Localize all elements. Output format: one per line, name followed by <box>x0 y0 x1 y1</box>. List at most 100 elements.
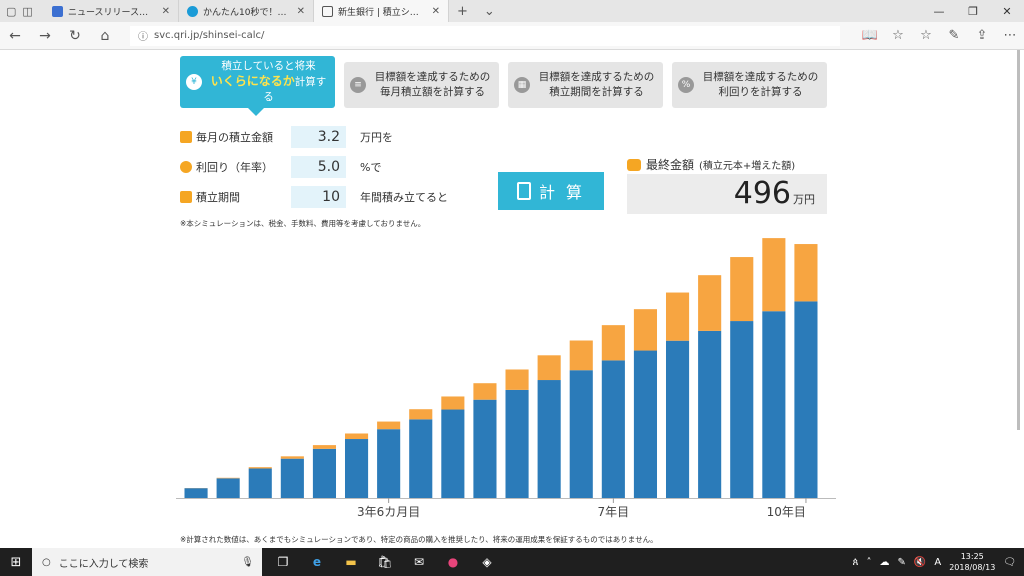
volume-icon[interactable]: 🔇 <box>914 557 926 568</box>
mode-label: 積立していると将来 いくらになるか計算する <box>210 60 327 103</box>
bar-principal <box>665 340 690 498</box>
bar-gain <box>344 433 369 440</box>
close-tab-icon[interactable]: ✕ <box>162 6 170 17</box>
bar-gain <box>569 340 593 371</box>
bar-principal <box>601 360 625 498</box>
bar-principal <box>505 389 529 498</box>
favorite-star-icon[interactable]: ☆ <box>884 28 912 43</box>
set-aside-tabs-icon[interactable]: ▢ <box>6 5 16 18</box>
bar-principal <box>280 458 304 498</box>
chart-footnote: ※計算された数値は、あくまでもシミュレーションであり、特定の商品の購入を推奨した… <box>180 535 658 544</box>
tab-news[interactable]: ニュースリリース一覧 ✕ <box>44 0 179 22</box>
bar-gain <box>665 292 690 341</box>
bar-gain <box>248 467 272 469</box>
period-input[interactable]: 10 <box>291 186 346 208</box>
taskbar-search[interactable]: ○ ここに入力して検索 🎙 <box>32 548 262 576</box>
result-box: 496 万円 <box>627 174 827 214</box>
tab-favicon-icon <box>322 5 333 17</box>
percent-coin-icon <box>180 161 192 173</box>
monthly-amount-input[interactable]: 3.2 <box>291 126 346 148</box>
app-icon[interactable]: ◈ <box>472 548 502 576</box>
bar-gain <box>441 396 465 410</box>
more-icon[interactable]: ⋯ <box>996 28 1024 43</box>
task-view-icon[interactable]: ❐ <box>268 548 298 576</box>
bar-gain <box>280 456 304 459</box>
close-tab-icon[interactable]: ✕ <box>432 6 440 17</box>
clock[interactable]: 13:25 2018/08/13 <box>949 551 995 573</box>
new-tab-plus-icon[interactable]: + <box>449 4 476 19</box>
notification-icon[interactable]: 🗨 <box>1003 557 1016 568</box>
close-window-icon[interactable]: ✕ <box>990 5 1024 18</box>
bar-principal <box>184 488 208 498</box>
bar-principal <box>473 399 497 498</box>
mode-label: 目標額を達成するための 利回りを計算する <box>702 71 819 98</box>
bar-principal <box>537 380 561 498</box>
mode-tab-monthly-amount[interactable]: ≡ 目標額を達成するための 毎月積立額を計算する <box>344 62 499 108</box>
tab-favicon-icon <box>187 5 198 17</box>
tab-preview-icon[interactable]: ◫ <box>22 5 32 18</box>
rate-input[interactable]: 5.0 <box>291 156 346 178</box>
taskbar-apps: ❐ e ▬ 🛍 ✉ ● ◈ <box>268 548 502 576</box>
bar-principal <box>730 321 754 498</box>
chevron-up-icon[interactable]: ˄ <box>867 557 872 568</box>
calendar-icon: ▦ <box>514 77 530 93</box>
tab-favicon-icon <box>52 5 63 17</box>
back-arrow-icon[interactable]: ← <box>0 28 30 44</box>
microphone-icon[interactable]: 🎙 <box>241 557 254 568</box>
mode-tab-future-value[interactable]: ¥ 積立していると将来 いくらになるか計算する <box>180 56 335 116</box>
close-tab-icon[interactable]: ✕ <box>297 6 305 17</box>
pen-icon[interactable]: ✎ <box>898 557 906 568</box>
tab-label: 新生銀行 | 積立シミュレー <box>338 7 427 18</box>
input-label: 利回り（年率） <box>196 161 273 174</box>
favorites-hub-icon[interactable]: ☆ <box>912 28 940 43</box>
photos-app-icon[interactable]: ● <box>438 548 468 576</box>
input-unit: 万円を <box>360 131 393 144</box>
tab-shinsei[interactable]: 新生銀行 | 積立シミュレー ✕ <box>314 0 449 22</box>
mode-tab-period[interactable]: ▦ 目標額を達成するための 積立期間を計算する <box>508 62 663 108</box>
mode-tab-rate[interactable]: % 目標額を達成するための 利回りを計算する <box>672 62 827 108</box>
info-icon: ⓘ <box>138 32 148 43</box>
bar-principal <box>698 330 722 498</box>
people-icon[interactable]: ጰ <box>853 557 859 568</box>
bar-gain <box>409 409 433 420</box>
clock-time: 13:25 <box>960 552 984 561</box>
cloud-icon[interactable]: ☁ <box>880 557 890 568</box>
input-row-rate: 利回り（年率） 5.0 %で <box>180 156 381 178</box>
mode-label: 目標額を達成するための 毎月積立額を計算する <box>374 71 491 98</box>
refresh-icon[interactable]: ↻ <box>60 28 90 44</box>
bar-gain <box>730 257 754 322</box>
bar-gain <box>698 275 722 331</box>
input-label: 毎月の積立金額 <box>196 131 273 144</box>
share-icon[interactable]: ⇪ <box>968 28 996 43</box>
chevron-down-icon[interactable]: ⌄ <box>476 4 503 19</box>
edge-browser-icon[interactable]: e <box>302 548 332 576</box>
calendar-icon <box>180 191 192 203</box>
windows-start-icon[interactable]: ⊞ <box>0 555 32 570</box>
calculate-button[interactable]: 計 算 <box>498 172 604 210</box>
scrollbar[interactable] <box>1016 50 1022 430</box>
ime-mode-icon[interactable]: A <box>934 557 941 568</box>
bar-principal <box>794 301 818 498</box>
address-text: svc.qri.jp/shinsei-calc/ <box>154 30 265 41</box>
minimize-icon[interactable]: — <box>922 5 956 18</box>
reading-view-icon[interactable]: 📖 <box>856 28 884 43</box>
tab-simulation[interactable]: かんたん10秒で！積立シミュレ ✕ <box>179 0 314 22</box>
result-unit: 万円 <box>793 193 815 206</box>
coins-icon: ≡ <box>350 77 366 93</box>
bar-principal <box>409 419 433 498</box>
bar-principal <box>344 439 369 498</box>
address-bar[interactable]: ⓘ svc.qri.jp/shinsei-calc/ <box>130 25 840 46</box>
store-icon[interactable]: 🛍 <box>370 548 400 576</box>
bar-principal <box>312 448 337 498</box>
input-unit: %で <box>360 161 382 174</box>
browser-nav-bar: ← → ↻ ⌂ ⓘ svc.qri.jp/shinsei-calc/ 📖 ☆ ☆… <box>0 22 1024 50</box>
windows-taskbar: ⊞ ○ ここに入力して検索 🎙 ❐ e ▬ 🛍 ✉ ● ◈ ጰ ˄ ☁ ✎ 🔇 … <box>0 548 1024 576</box>
mail-icon[interactable]: ✉ <box>404 548 434 576</box>
pen-note-icon[interactable]: ✎ <box>940 28 968 43</box>
disclaimer-note: ※本シミュレーションは、税金、手数料、費用等を考慮しておりません。 <box>180 219 426 228</box>
restore-icon[interactable]: ❐ <box>956 5 990 18</box>
file-explorer-icon[interactable]: ▬ <box>336 548 366 576</box>
savings-bar-chart: 3年6カ月目 7年目 10年目 <box>176 238 836 519</box>
forward-arrow-icon[interactable]: → <box>30 28 60 44</box>
home-icon[interactable]: ⌂ <box>90 28 120 44</box>
